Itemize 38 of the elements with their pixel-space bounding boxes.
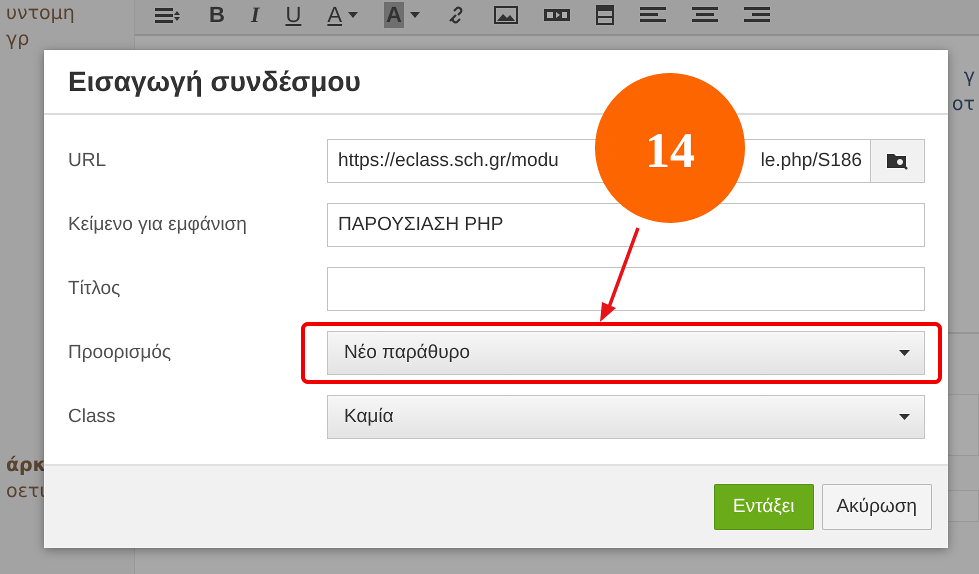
page-text: γ xyxy=(964,64,975,89)
browse-server-button[interactable] xyxy=(871,139,925,183)
dialog-title: Εισαγωγή συνδέσμου xyxy=(68,66,361,98)
url-text: https://eclass.sch.gr/modu xyxy=(338,150,559,172)
field-label: Κείμενο για εμφάνιση xyxy=(68,214,248,236)
media-icon[interactable] xyxy=(544,8,570,22)
sidebar-text: άρκ xyxy=(6,453,48,478)
field-label: Προορισμός xyxy=(68,342,172,364)
sidebar-text: οετι xyxy=(6,479,47,504)
caret-icon[interactable] xyxy=(348,12,358,18)
caret-icon xyxy=(899,350,910,356)
page-text: οτ xyxy=(952,92,975,117)
text-field[interactable]: ΠΑΡΟΥΣΙΑΣΗ PHP xyxy=(327,203,925,247)
ok-button[interactable]: Εντάξει xyxy=(714,484,814,530)
text-color-button[interactable]: A xyxy=(327,2,342,28)
url-text: le.php/S186 xyxy=(760,150,862,172)
sidebar-text: υντομη xyxy=(6,1,76,26)
text-field[interactable] xyxy=(327,267,925,311)
caret-icon xyxy=(899,414,910,420)
paragraph-format-icon[interactable] xyxy=(155,6,183,24)
align-right-icon[interactable] xyxy=(744,7,770,23)
align-left-icon[interactable] xyxy=(640,7,666,23)
italic-button[interactable]: I xyxy=(250,2,260,28)
dropdown[interactable]: Νέο παράθυρο xyxy=(327,331,925,375)
background-color-button[interactable]: A xyxy=(384,2,404,28)
cancel-button[interactable]: Ακύρωση xyxy=(822,484,932,530)
caret-icon[interactable] xyxy=(410,12,420,18)
folder-search-icon xyxy=(886,151,910,171)
align-center-icon[interactable] xyxy=(692,7,718,23)
sidebar-text: γρ xyxy=(6,27,30,52)
field-label: Class xyxy=(68,406,117,428)
dropdown[interactable]: Καμία xyxy=(327,395,925,439)
image-icon[interactable] xyxy=(494,6,518,24)
underline-button[interactable]: U xyxy=(285,2,302,28)
field-label: URL xyxy=(68,150,108,172)
bold-button[interactable]: B xyxy=(209,2,225,28)
field-label: Τίτλος xyxy=(68,278,122,300)
table-icon[interactable] xyxy=(596,5,614,25)
